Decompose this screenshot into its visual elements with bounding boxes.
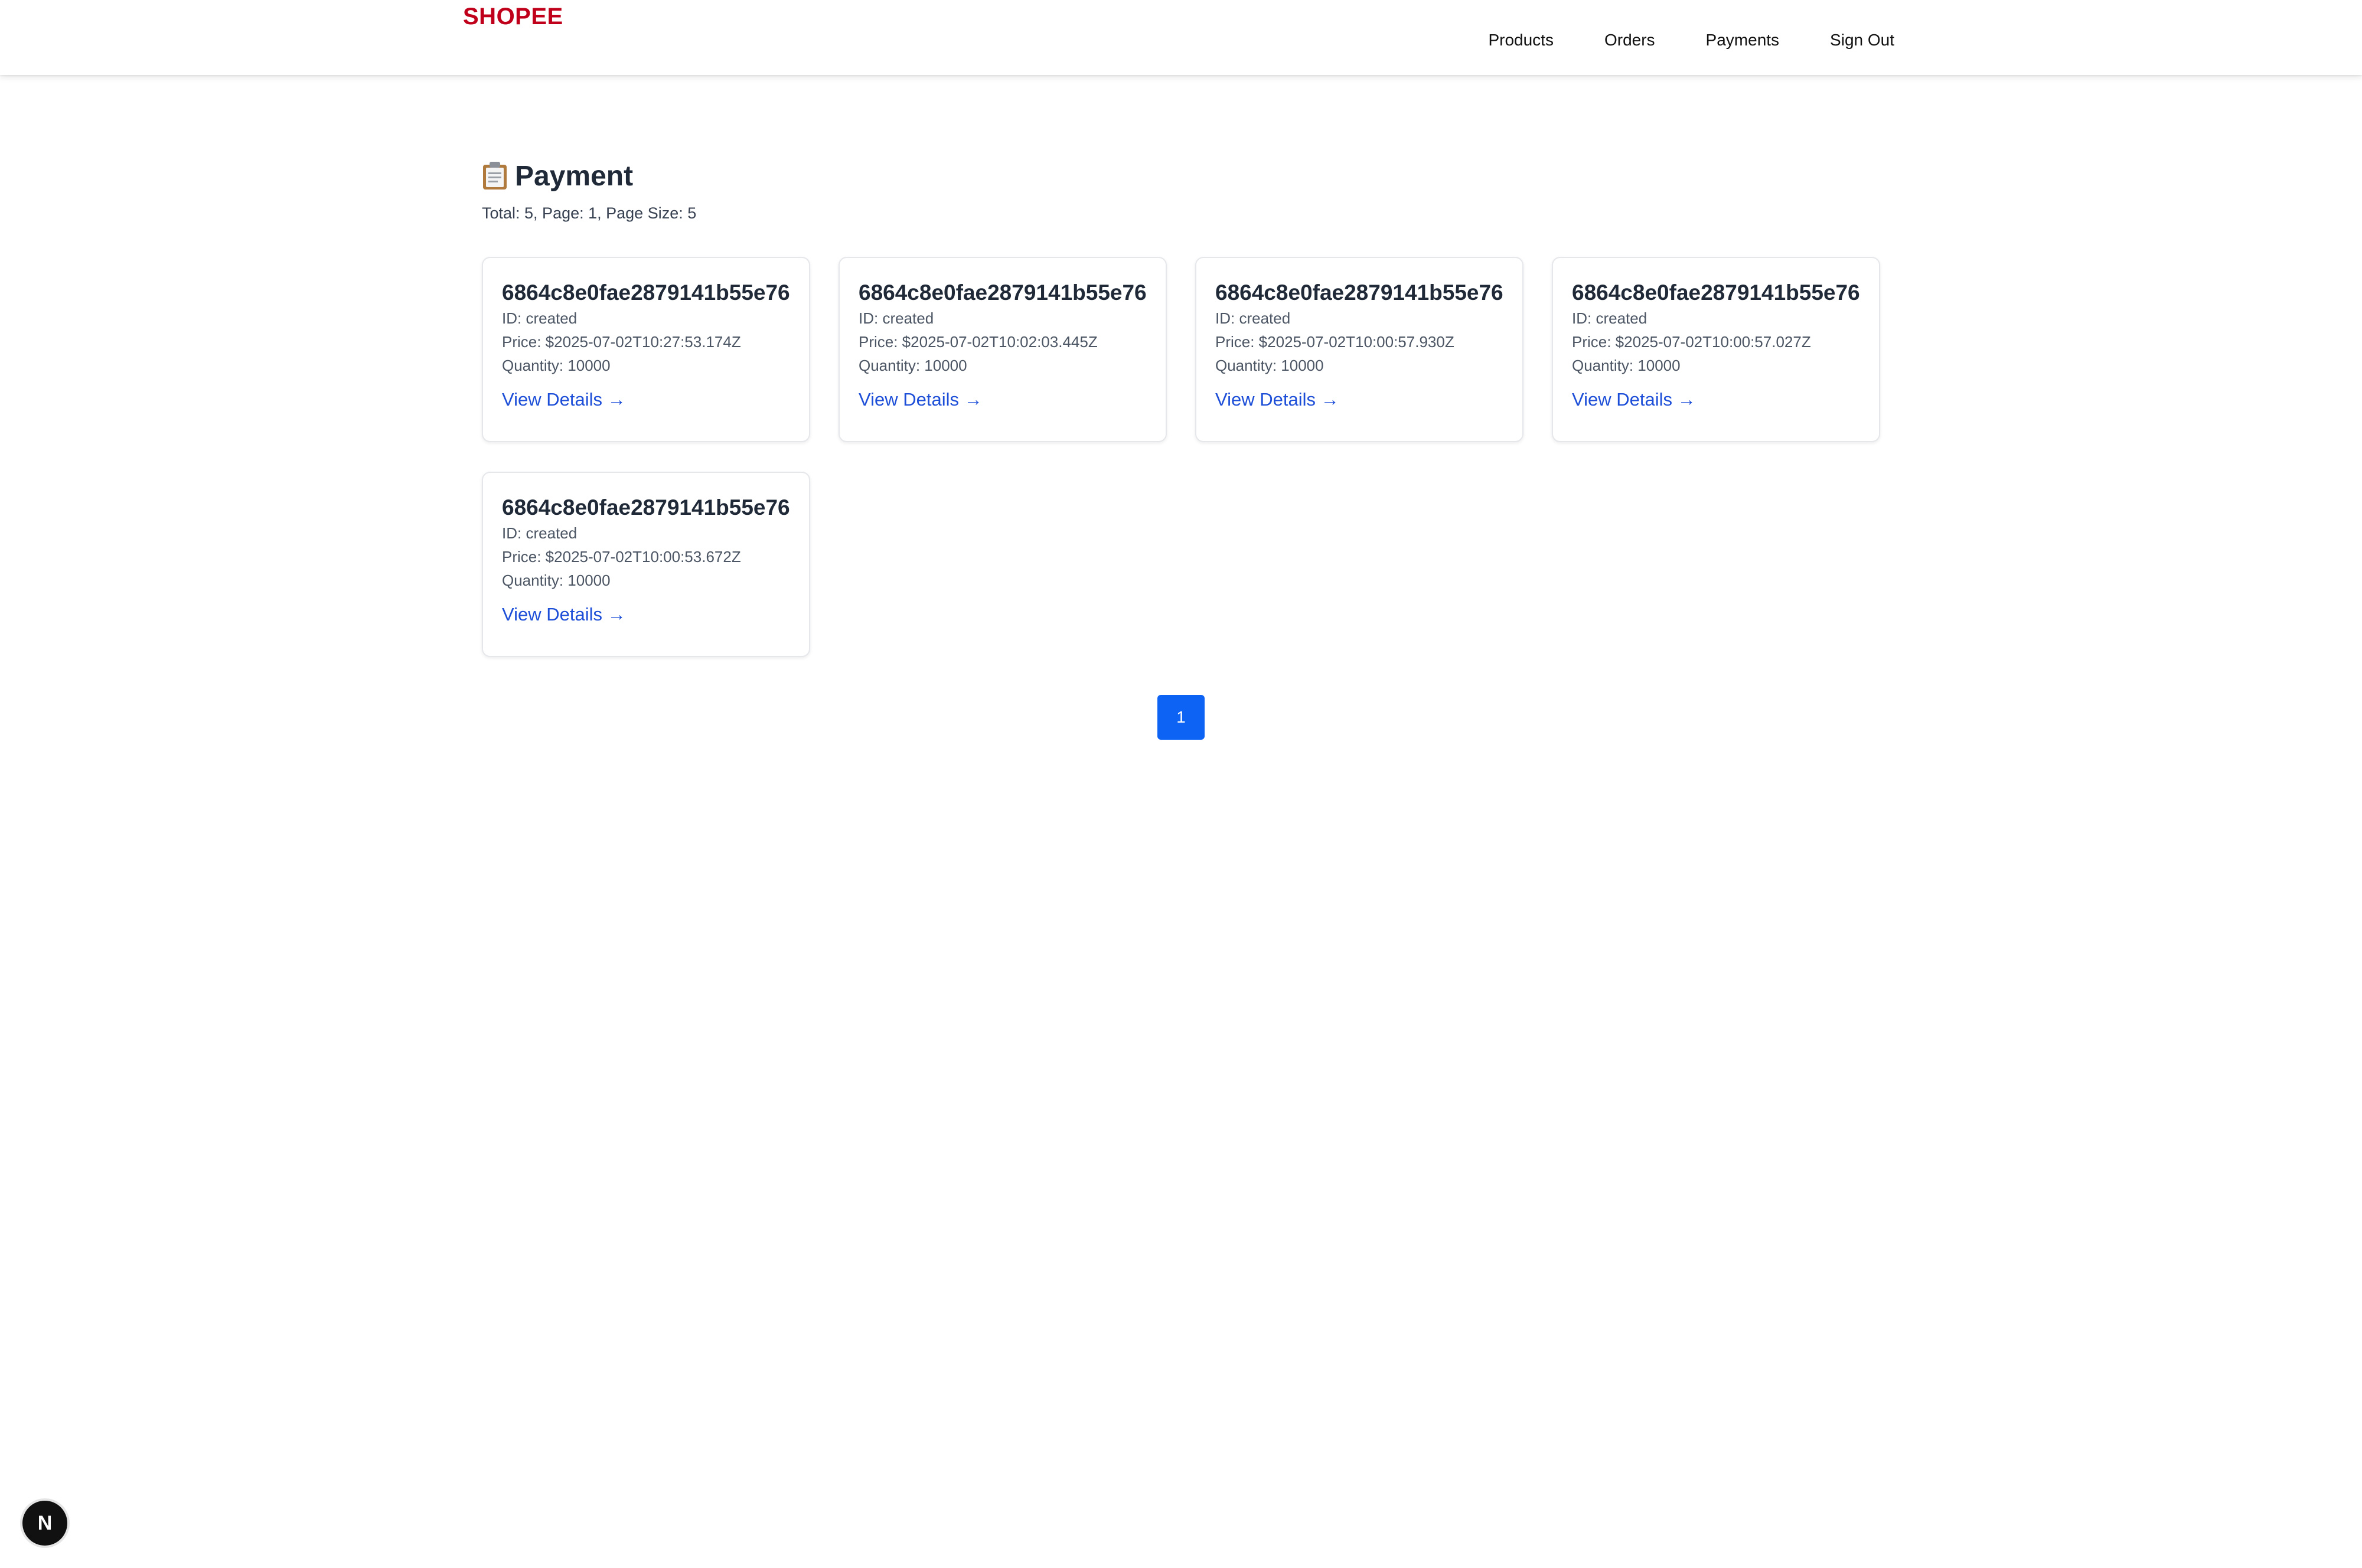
payment-card-title: 6864c8e0fae2879141b55e76 xyxy=(859,280,1147,305)
clipboard-icon xyxy=(482,161,508,191)
pagination-page-button[interactable]: 1 xyxy=(1157,695,1205,740)
nav-payments-link[interactable]: Payments xyxy=(1706,31,1780,50)
view-details-link[interactable]: View Details → xyxy=(502,389,626,410)
payment-card: 6864c8e0fae2879141b55e76 ID: created Pri… xyxy=(1552,257,1880,442)
view-details-link[interactable]: View Details → xyxy=(502,604,626,625)
payment-card: 6864c8e0fae2879141b55e76 ID: created Pri… xyxy=(839,257,1167,442)
pagination-summary: Total: 5, Page: 1, Page Size: 5 xyxy=(482,204,697,222)
payment-card-id: ID: created xyxy=(502,524,578,542)
page-heading: Payment xyxy=(482,156,1890,195)
payment-card: 6864c8e0fae2879141b55e76 ID: created Pri… xyxy=(1195,257,1523,442)
nav-products-link[interactable]: Products xyxy=(1488,31,1554,50)
page-title: Payment xyxy=(515,160,634,192)
main-nav: Products Orders Payments Sign Out xyxy=(1437,0,1894,80)
view-details-link[interactable]: View Details → xyxy=(1215,389,1339,410)
brand-logo[interactable]: SHOPEE xyxy=(463,4,563,30)
payment-card-id: ID: created xyxy=(1572,309,1647,327)
payment-card-id: ID: created xyxy=(1215,309,1291,327)
payment-card-price: Price: $2025-07-02T10:02:03.445Z xyxy=(859,333,1098,351)
payment-card-quantity: Quantity: 10000 xyxy=(1572,357,1681,374)
payment-card-price: Price: $2025-07-02T10:00:57.027Z xyxy=(1572,333,1811,351)
nextjs-icon[interactable]: N xyxy=(22,1501,67,1546)
top-navbar: SHOPEE Products Orders Payments Sign Out xyxy=(0,0,2362,75)
payment-card-price: Price: $2025-07-02T10:00:53.672Z xyxy=(502,548,741,566)
payment-card-id: ID: created xyxy=(502,309,578,327)
payment-card-quantity: Quantity: 10000 xyxy=(502,357,611,374)
payment-card: 6864c8e0fae2879141b55e76 ID: created Pri… xyxy=(482,257,810,442)
nav-orders-link[interactable]: Orders xyxy=(1604,31,1655,50)
payment-card-title: 6864c8e0fae2879141b55e76 xyxy=(1215,280,1503,305)
payment-card-quantity: Quantity: 10000 xyxy=(859,357,967,374)
main-content: Payment Total: 5, Page: 1, Page Size: 5 … xyxy=(482,156,1890,657)
payment-card-quantity: Quantity: 10000 xyxy=(1215,357,1324,374)
payment-card-title: 6864c8e0fae2879141b55e76 xyxy=(1572,280,1860,305)
payment-card: 6864c8e0fae2879141b55e76 ID: created Pri… xyxy=(482,472,810,657)
view-details-link[interactable]: View Details → xyxy=(859,389,983,410)
payment-card-price: Price: $2025-07-02T10:27:53.174Z xyxy=(502,333,741,351)
nav-sign-out-link[interactable]: Sign Out xyxy=(1830,31,1894,50)
view-details-link[interactable]: View Details → xyxy=(1572,389,1696,410)
payment-card-title: 6864c8e0fae2879141b55e76 xyxy=(502,495,790,520)
payment-card-id: ID: created xyxy=(859,309,934,327)
dev-badge-letter: N xyxy=(37,1511,53,1534)
payment-card-title: 6864c8e0fae2879141b55e76 xyxy=(502,280,790,305)
payment-card-price: Price: $2025-07-02T10:00:57.930Z xyxy=(1215,333,1454,351)
payment-card-quantity: Quantity: 10000 xyxy=(502,571,611,589)
